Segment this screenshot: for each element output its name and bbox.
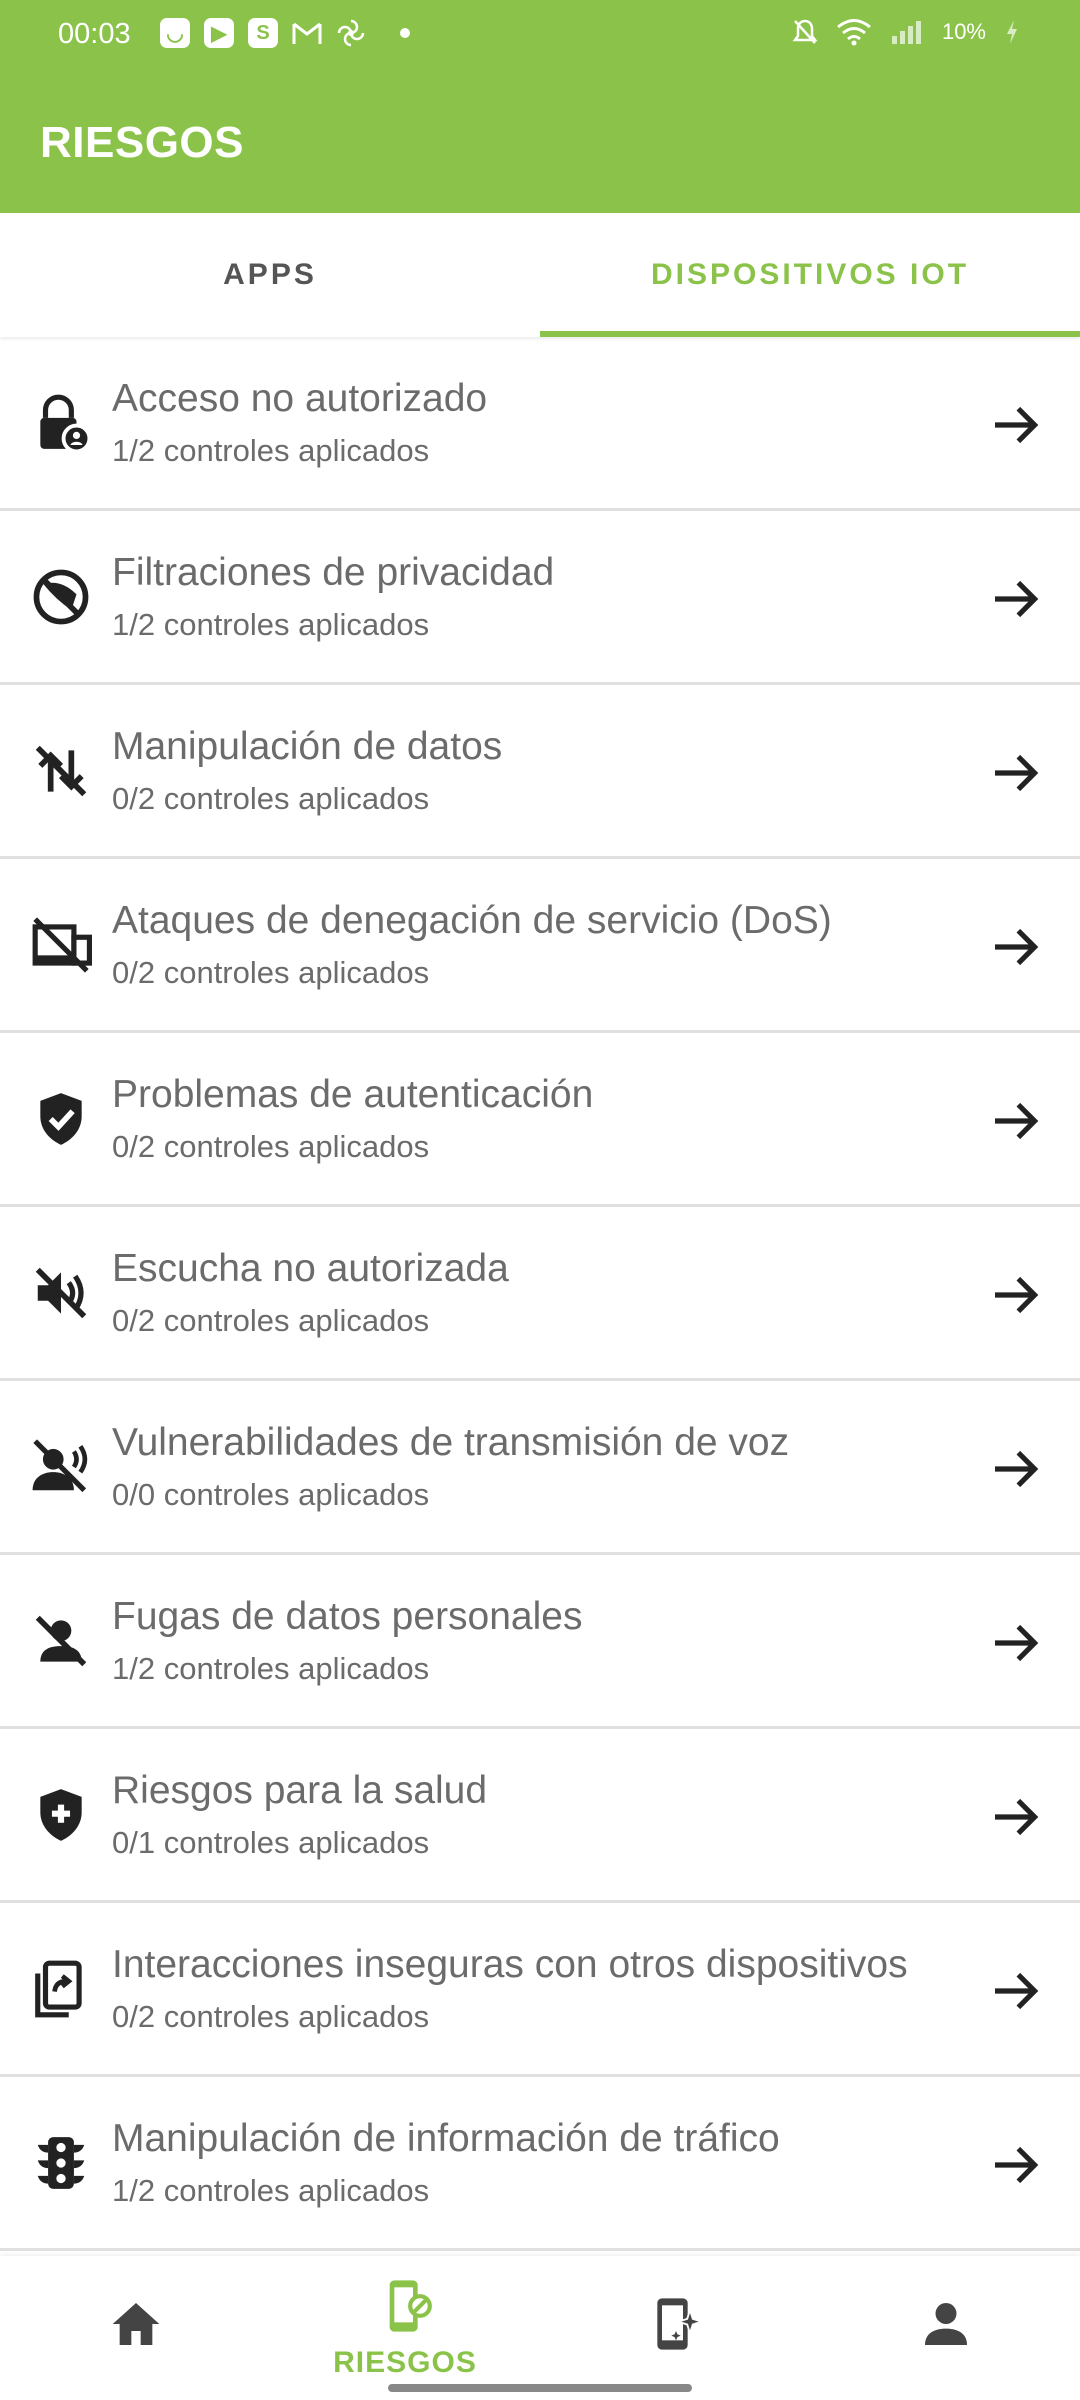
risk-item-privacy-leaks[interactable]: Filtraciones de privacidad 1/2 controles…	[0, 511, 1080, 685]
risk-title: Riesgos para la salud	[112, 1769, 488, 1812]
risk-item-dos-attacks[interactable]: Ataques de denegación de servicio (DoS) …	[0, 859, 1080, 1033]
arrow-right-icon	[995, 1276, 1039, 1314]
risk-title: Fugas de datos personales	[112, 1595, 583, 1638]
more-notifications-dot	[400, 28, 410, 38]
wifi-icon	[837, 19, 871, 46]
arrow-right-icon	[995, 1624, 1039, 1662]
risk-controls: 0/2 controles aplicados	[112, 1129, 430, 1164]
status-time: 00:03	[58, 18, 131, 50]
risk-item-insecure-interactions[interactable]: Interacciones inseguras con otros dispos…	[0, 1903, 1080, 2077]
fan-icon	[337, 19, 365, 47]
s-app-icon: S	[248, 18, 278, 48]
risk-title: Problemas de autenticación	[112, 1073, 594, 1116]
gmail-icon	[292, 22, 322, 44]
risk-title: Filtraciones de privacidad	[112, 551, 555, 594]
risk-controls: 1/2 controles aplicados	[112, 433, 430, 468]
risk-controls: 0/2 controles aplicados	[112, 781, 430, 816]
risk-controls: 1/2 controles aplicados	[112, 1651, 430, 1686]
risk-title: Manipulación de información de tráfico	[112, 2117, 780, 2160]
risk-item-health-risks[interactable]: Riesgos para la salud 0/1 controles apli…	[0, 1729, 1080, 1903]
home-icon	[112, 2303, 160, 2345]
privacy-off-icon	[33, 569, 89, 625]
risk-item-unauthorized-access[interactable]: Acceso no autorizado 1/2 controles aplic…	[0, 337, 1080, 511]
nav-risks[interactable]: RIESGOS	[270, 2256, 540, 2400]
arrow-right-icon	[995, 580, 1039, 618]
arrow-right-icon	[995, 406, 1039, 444]
status-right: 10%	[792, 18, 1020, 46]
bottom-navigation: RIESGOS	[0, 2256, 1080, 2400]
lock-person-icon	[40, 394, 92, 454]
arrow-right-icon	[995, 2146, 1039, 2184]
arrow-right-icon	[995, 1972, 1039, 2010]
devices-off-icon	[32, 917, 92, 973]
nav-profile[interactable]	[810, 2256, 1080, 2400]
youtube-icon: ▶	[204, 18, 234, 48]
tab-apps[interactable]: APPS	[0, 213, 540, 337]
arrow-right-icon	[995, 1102, 1039, 1140]
tab-iot-devices[interactable]: DISPOSITIVOS IOT	[540, 213, 1080, 337]
risk-title: Manipulación de datos	[112, 725, 503, 768]
arrow-right-icon	[995, 1798, 1039, 1836]
risk-title: Ataques de denegación de servicio (DoS)	[112, 899, 832, 942]
risk-controls: 0/0 controles aplicados	[112, 1477, 430, 1512]
risk-item-data-manipulation[interactable]: Manipulación de datos 0/2 controles apli…	[0, 685, 1080, 859]
sync-disabled-icon	[35, 745, 87, 797]
risk-item-voice-transmission[interactable]: Vulnerabilidades de transmisión de voz 0…	[0, 1381, 1080, 1555]
risk-item-traffic-information[interactable]: Manipulación de información de tráfico 1…	[0, 2077, 1080, 2251]
nav-risks-label: RIESGOS	[333, 2346, 477, 2379]
risk-title: Vulnerabilidades de transmisión de voz	[112, 1421, 790, 1464]
risk-controls: 0/2 controles aplicados	[112, 955, 430, 990]
app-bar: 00:03 ◡ ▶ S 10% RIESGOS	[0, 0, 1080, 213]
device-blocked-icon	[389, 2280, 432, 2332]
nav-home[interactable]	[0, 2256, 270, 2400]
mute-icon	[792, 19, 818, 44]
risk-controls: 1/2 controles aplicados	[112, 607, 430, 642]
verified-shield-icon	[40, 1093, 82, 1145]
traffic-light-icon	[37, 2137, 85, 2189]
phonelink-share-icon	[35, 1960, 82, 2018]
person-icon	[925, 2303, 967, 2345]
arrow-right-icon	[995, 928, 1039, 966]
person-off-icon	[35, 1615, 87, 1667]
risk-item-unauthorized-listening[interactable]: Escucha no autorizada 0/2 controles apli…	[0, 1207, 1080, 1381]
battery-level: 10%	[941, 19, 986, 44]
voice-over-off-icon	[32, 1439, 88, 1493]
tab-bar: APPS DISPOSITIVOS IOT	[0, 213, 1080, 337]
app-notification-icon: ◡	[160, 18, 190, 48]
risk-controls: 0/1 controles aplicados	[112, 1825, 430, 1860]
risk-item-authentication-problems[interactable]: Problemas de autenticación 0/2 controles…	[0, 1033, 1080, 1207]
risk-controls: 1/2 controles aplicados	[112, 2173, 430, 2208]
risk-controls: 0/2 controles aplicados	[112, 1303, 430, 1338]
volume-off-icon	[35, 1267, 87, 1319]
risk-list: Acceso no autorizado 1/2 controles aplic…	[0, 337, 1080, 2251]
page-title: RIESGOS	[40, 118, 244, 167]
arrow-right-icon	[995, 754, 1039, 792]
risk-title: Acceso no autorizado	[112, 377, 488, 420]
charging-icon	[1007, 20, 1017, 44]
risk-title: Escucha no autorizada	[112, 1247, 509, 1290]
device-sparkle-icon	[657, 2298, 704, 2350]
signal-icon	[891, 21, 921, 44]
health-shield-icon	[40, 1789, 82, 1841]
risk-title: Interacciones inseguras con otros dispos…	[112, 1943, 908, 1986]
risk-item-personal-data-leaks[interactable]: Fugas de datos personales 1/2 controles …	[0, 1555, 1080, 1729]
status-bar: 00:03 ◡ ▶ S 10%	[0, 0, 1080, 70]
risk-controls: 0/2 controles aplicados	[112, 1999, 430, 2034]
nav-device-tips[interactable]	[540, 2256, 810, 2400]
gesture-bar	[388, 2384, 692, 2392]
arrow-right-icon	[995, 1450, 1039, 1488]
notification-icons: ◡ ▶ S	[160, 18, 410, 48]
